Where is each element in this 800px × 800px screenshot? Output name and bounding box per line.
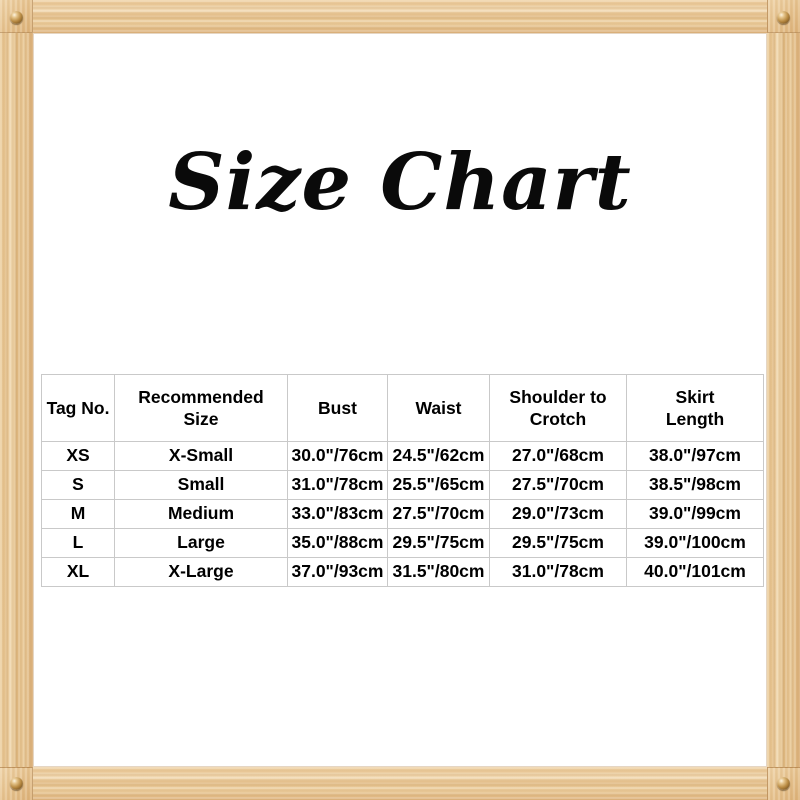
cell-bust: 33.0"/83cm (287, 499, 388, 529)
cell-recommended-size: X-Large (114, 557, 288, 587)
cell-shoulder-to-crotch: 27.0"/68cm (489, 441, 627, 471)
cell-recommended-size: X-Small (114, 441, 288, 471)
cell-waist: 31.5"/80cm (387, 557, 490, 587)
table-row: S Small 31.0"/78cm 25.5"/65cm 27.5"/70cm… (41, 470, 764, 500)
cell-waist: 24.5"/62cm (387, 441, 490, 471)
cell-bust: 31.0"/78cm (287, 470, 388, 500)
column-header-waist: Waist (387, 374, 490, 442)
cell-tag: M (41, 499, 115, 529)
cell-waist: 27.5"/70cm (387, 499, 490, 529)
column-header-skirt-length: Skirt Length (626, 374, 764, 442)
table-row: L Large 35.0"/88cm 29.5"/75cm 29.5"/75cm… (41, 528, 764, 558)
column-header-line: Length (665, 409, 725, 429)
cell-bust: 37.0"/93cm (287, 557, 388, 587)
cell-tag: XL (41, 557, 115, 587)
cell-waist: 29.5"/75cm (387, 528, 490, 558)
size-table-container: Tag No. Recommended Size Bust Waist Shou… (41, 374, 764, 587)
column-header-line: Size (183, 409, 219, 429)
frame-rail-top (0, 0, 800, 33)
screw-icon-bottom-left (10, 777, 23, 790)
frame-rail-bottom (0, 767, 800, 800)
column-header-line: Shoulder to (509, 386, 607, 407)
screw-icon-top-right (777, 11, 790, 24)
page-title: Size Chart (168, 137, 632, 228)
cell-recommended-size: Small (114, 470, 288, 500)
column-header-line: Crotch (529, 409, 587, 429)
frame-rail-left (0, 0, 33, 800)
column-header-line: Waist (415, 397, 462, 418)
size-table: Tag No. Recommended Size Bust Waist Shou… (41, 374, 764, 587)
column-header-line: Recommended (138, 386, 264, 407)
cell-tag: S (41, 470, 115, 500)
frame-rail-right (767, 0, 800, 800)
column-header-tag-no: Tag No. (41, 374, 115, 442)
cell-skirt-length: 39.0"/100cm (626, 528, 764, 558)
table-row: XS X-Small 30.0"/76cm 24.5"/62cm 27.0"/6… (41, 441, 764, 471)
column-header-line: Tag No. (46, 397, 110, 418)
column-header-shoulder-to-crotch: Shoulder to Crotch (489, 374, 627, 442)
screw-icon-top-left (10, 11, 23, 24)
cell-tag: L (41, 528, 115, 558)
cell-recommended-size: Large (114, 528, 288, 558)
column-header-recommended-size: Recommended Size (114, 374, 288, 442)
cell-skirt-length: 40.0"/101cm (626, 557, 764, 587)
cell-recommended-size: Medium (114, 499, 288, 529)
cell-shoulder-to-crotch: 29.0"/73cm (489, 499, 627, 529)
cell-bust: 35.0"/88cm (287, 528, 388, 558)
table-header-row: Tag No. Recommended Size Bust Waist Shou… (41, 374, 764, 442)
size-table-body: XS X-Small 30.0"/76cm 24.5"/62cm 27.0"/6… (41, 441, 764, 587)
size-chart-page: Size Chart Tag No. Recommended Size Bust… (0, 0, 800, 800)
cell-shoulder-to-crotch: 29.5"/75cm (489, 528, 627, 558)
cell-skirt-length: 39.0"/99cm (626, 499, 764, 529)
column-header-bust: Bust (287, 374, 388, 442)
screw-icon-bottom-right (777, 777, 790, 790)
cell-shoulder-to-crotch: 31.0"/78cm (489, 557, 627, 587)
cell-tag: XS (41, 441, 115, 471)
cell-skirt-length: 38.5"/98cm (626, 470, 764, 500)
size-table-header: Tag No. Recommended Size Bust Waist Shou… (41, 374, 764, 442)
table-row: XL X-Large 37.0"/93cm 31.5"/80cm 31.0"/7… (41, 557, 764, 587)
cell-skirt-length: 38.0"/97cm (626, 441, 764, 471)
column-header-line: Bust (318, 397, 357, 418)
cell-bust: 30.0"/76cm (287, 441, 388, 471)
column-header-line: Skirt (675, 386, 715, 407)
content-canvas: Size Chart Tag No. Recommended Size Bust… (34, 34, 766, 766)
cell-waist: 25.5"/65cm (387, 470, 490, 500)
cell-shoulder-to-crotch: 27.5"/70cm (489, 470, 627, 500)
table-row: M Medium 33.0"/83cm 27.5"/70cm 29.0"/73c… (41, 499, 764, 529)
